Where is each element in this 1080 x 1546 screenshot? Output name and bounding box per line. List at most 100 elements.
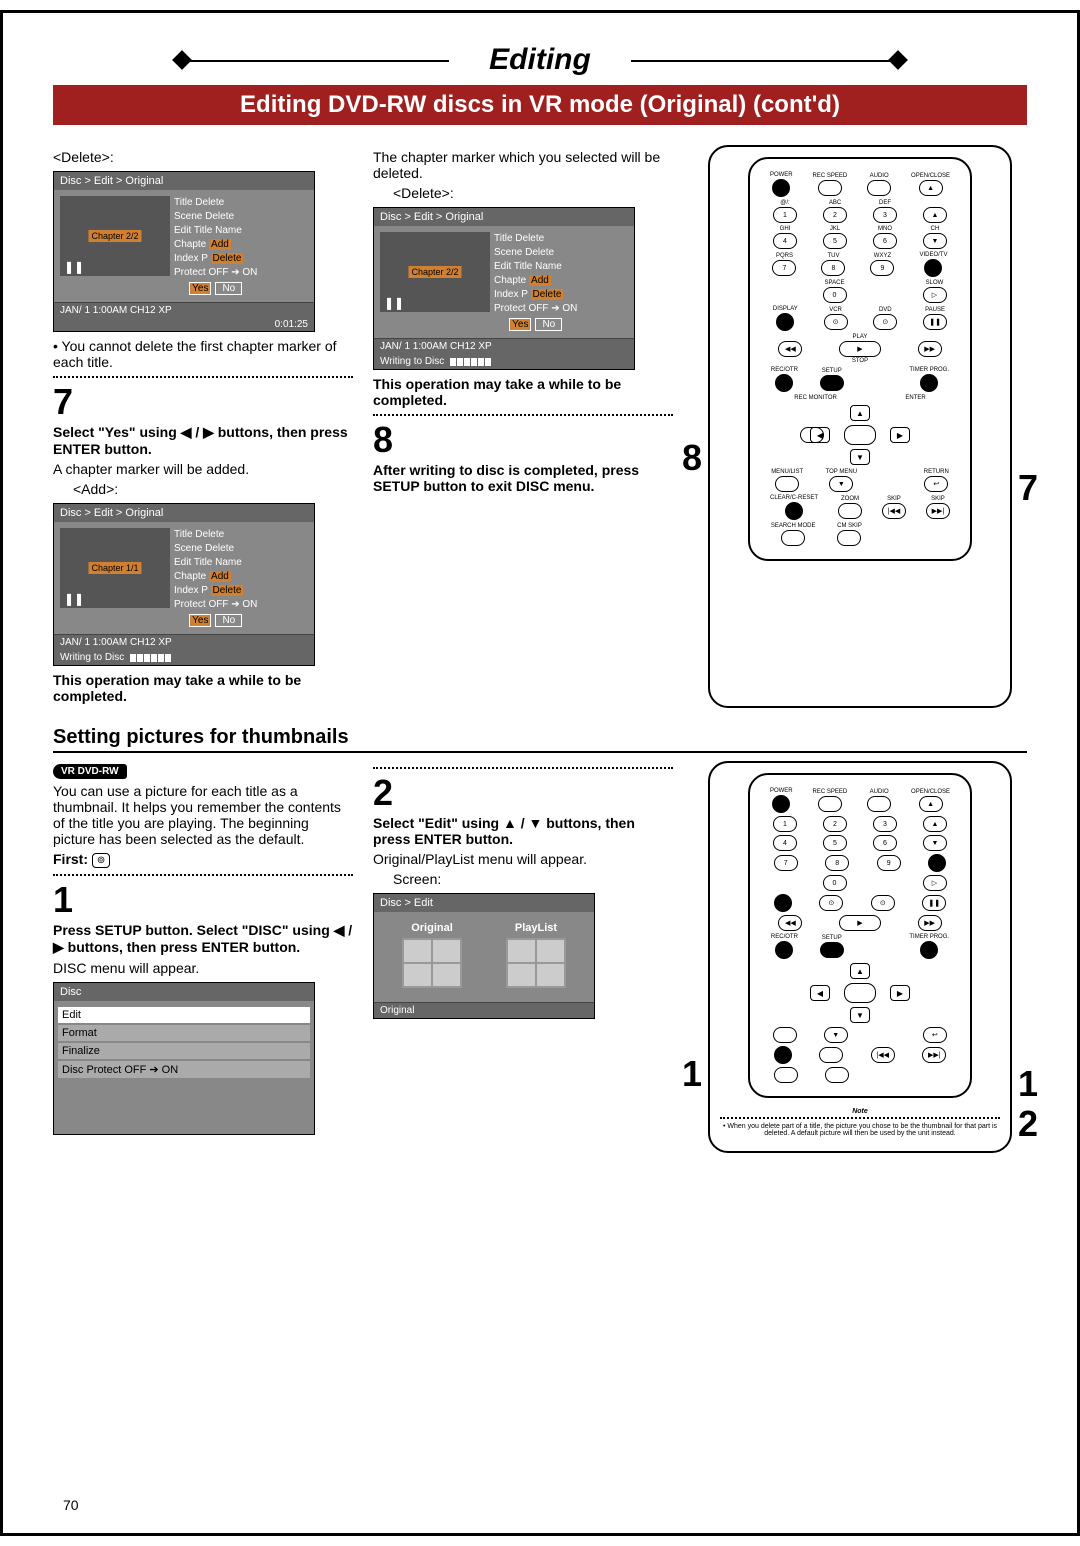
nav-up: ▲ <box>850 405 870 421</box>
nav-down: ▼ <box>850 449 870 465</box>
breadcrumb: Disc > Edit <box>374 894 594 912</box>
pause-icon: ❚❚ <box>64 592 84 606</box>
progress-icon <box>450 358 491 366</box>
pause-button: ❚❚ <box>923 314 947 330</box>
delete-label: <Delete>: <box>373 185 673 201</box>
divider <box>373 414 673 416</box>
step-number-1: 1 <box>53 882 353 918</box>
section-subtitle: Editing DVD-RW discs in VR mode (Origina… <box>53 85 1027 125</box>
num-0: 0 <box>823 287 847 303</box>
videotv-button <box>924 259 942 277</box>
progress-icon <box>130 654 171 662</box>
osd-screenshot-delete2: Disc > Edit > Original Chapter 2/2 ❚❚ Ti… <box>373 207 635 370</box>
divider <box>53 874 353 876</box>
original-option: Original <box>411 922 453 934</box>
osd-screenshot-add: Disc > Edit > Original Chapter 1/1 ❚❚ Ti… <box>53 503 315 666</box>
osd-edit-menu: Disc > Edit Original PlayList Original <box>373 893 595 1019</box>
nav-left: ◀ <box>810 427 830 443</box>
num-8: 8 <box>821 260 845 276</box>
display-button <box>776 313 794 331</box>
slow-button: ▷ <box>923 287 947 303</box>
num-4: 4 <box>773 233 797 249</box>
edit-menu: Title Delete Scene Delete Edit Title Nam… <box>174 196 257 296</box>
osd-disc-menu: Disc Edit Format Finalize Disc Protect O… <box>53 982 315 1135</box>
nav-right: ▶ <box>890 427 910 443</box>
note-body: • When you delete part of a title, the p… <box>720 1123 1000 1137</box>
edit-menu: Title Delete Scene Delete Edit Title Nam… <box>494 232 577 332</box>
step1-body: DISC menu will appear. <box>53 960 353 976</box>
power-button <box>772 179 790 197</box>
dvd-button: ⊙ <box>873 314 897 330</box>
openclose-button: ▲ <box>919 180 943 196</box>
remote-control-diagram: POWER REC SPEED AUDIO OPEN/CLOSE▲ 123▲ 4… <box>748 773 972 1098</box>
tiles-icon <box>402 938 462 988</box>
num-1: 1 <box>773 207 797 223</box>
screen-label: Screen: <box>373 871 673 887</box>
tiles-icon <box>506 938 566 988</box>
enter-button <box>844 983 876 1003</box>
breadcrumb: Disc > Edit > Original <box>374 208 634 226</box>
chapter-badge: Chapter 2/2 <box>88 230 141 242</box>
cmskip-button <box>837 530 861 546</box>
ch-up: ▲ <box>923 207 947 223</box>
warning-text: This operation may take a while to be co… <box>53 672 353 704</box>
section-title: Setting pictures for thumbnails <box>53 726 1027 753</box>
dvd-disc-icon: ⊚ <box>92 853 110 868</box>
delete-label: <Delete>: <box>53 149 353 165</box>
vcr-button: ⊙ <box>824 314 848 330</box>
num-9: 9 <box>870 260 894 276</box>
warning-text: This operation may take a while to be co… <box>373 376 673 408</box>
step2-instruction: Select "Edit" using ▲ / ▼ buttons, then … <box>373 815 673 847</box>
num-6: 6 <box>873 233 897 249</box>
note-header: Note <box>720 1108 1000 1119</box>
writing-label: Writing to Disc <box>60 652 124 663</box>
audio-button <box>867 180 891 196</box>
enter-button <box>844 425 876 445</box>
menulist-button <box>775 476 799 492</box>
num-5: 5 <box>823 233 847 249</box>
menu-item: Disc Protect OFF ➔ ON <box>58 1061 310 1078</box>
page-number: 70 <box>63 1497 79 1513</box>
num-2: 2 <box>823 207 847 223</box>
breadcrumb: Disc > Edit > Original <box>54 172 314 190</box>
timer: 0:01:25 <box>54 318 314 331</box>
callout-1-left: 1 <box>682 1053 702 1095</box>
clear-button <box>785 502 803 520</box>
searchmode-button <box>781 530 805 546</box>
zoom-button <box>838 503 862 519</box>
setup-button <box>820 942 844 958</box>
recspeed-button <box>818 180 842 196</box>
pause-icon: ❚❚ <box>384 296 404 310</box>
step1-instruction: Press SETUP button. Select "DISC" using … <box>53 922 353 956</box>
playlist-option: PlayList <box>515 922 557 934</box>
remote-control-diagram: POWER REC SPEED AUDIO OPEN/CLOSE▲ @/:1 A… <box>748 157 972 561</box>
step-number-7: 7 <box>53 384 353 420</box>
step7-instruction: Select "Yes" using ◀ / ▶ buttons, then p… <box>53 424 353 457</box>
selection-label: Original <box>374 1002 594 1018</box>
yes-button: Yes <box>189 282 211 295</box>
status-bar: JAN/ 1 1:00AM CH12 XP <box>54 302 314 318</box>
rew-button: ◀◀ <box>778 341 802 357</box>
callout-1-right: 1 <box>1018 1063 1038 1105</box>
rec-button <box>775 374 793 392</box>
no-button: No <box>215 282 242 295</box>
note-text: • You cannot delete the first chapter ma… <box>53 338 353 370</box>
add-label: <Add>: <box>53 481 353 497</box>
topmenu-button: ▼ <box>829 476 853 492</box>
breadcrumb: Disc > Edit > Original <box>54 504 314 522</box>
first-label: First: <box>53 851 88 867</box>
num-7: 7 <box>772 260 796 276</box>
callout-2-right: 2 <box>1018 1103 1038 1145</box>
num-3: 3 <box>873 207 897 223</box>
timerprog-button <box>920 374 938 392</box>
thumbnail-preview: Chapter 1/1 ❚❚ <box>60 528 170 608</box>
page-title: Editing <box>449 43 631 77</box>
edit-menu: Title Delete Scene Delete Edit Title Nam… <box>174 528 257 628</box>
title-text: Editing <box>489 43 591 76</box>
diamond-icon <box>172 50 192 70</box>
thumbnail-preview: Chapter 2/2 ❚❚ <box>380 232 490 312</box>
dvd-rw-badge: VR DVD-RW <box>53 764 127 779</box>
step-number-8: 8 <box>373 422 673 458</box>
play-button: ▶ <box>839 341 881 357</box>
writing-label: Writing to Disc <box>380 356 444 367</box>
